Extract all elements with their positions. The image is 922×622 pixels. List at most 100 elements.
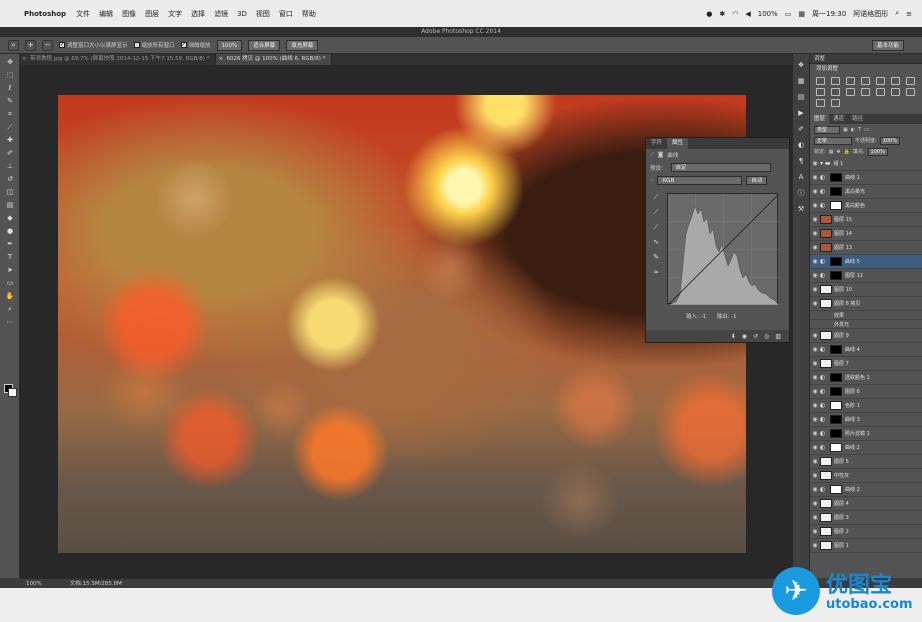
layer-row[interactable]: ◉ ◐ 选取颜色 1 — [810, 371, 922, 385]
menu-3d[interactable]: 3D — [237, 10, 247, 18]
visibility-eye-icon[interactable]: ◉ — [810, 542, 820, 549]
layer-mask-thumbnail[interactable] — [830, 271, 842, 280]
path-select-icon[interactable]: ➤ — [4, 265, 16, 275]
fit-screen-button[interactable]: 适合屏幕 — [248, 39, 281, 51]
workspace-switcher[interactable]: 基本功能 — [871, 40, 904, 51]
document-canvas-photo[interactable] — [58, 95, 746, 553]
layer-thumbnail[interactable] — [820, 331, 832, 340]
pencil-icon[interactable]: ✎ — [650, 253, 662, 263]
visibility-eye-icon[interactable]: ◉ — [810, 216, 820, 223]
dodge-tool-icon[interactable]: ● — [4, 226, 16, 236]
quick-select-icon[interactable]: ✎ — [4, 96, 16, 106]
clip-to-layer-icon[interactable]: ⬇ — [731, 333, 736, 340]
visibility-eye-icon[interactable]: ◉ — [810, 188, 820, 195]
wifi-icon[interactable]: ◠ — [732, 10, 738, 18]
black-white-icon[interactable] — [816, 88, 825, 96]
menu-filter[interactable]: 滤镜 — [214, 9, 228, 19]
visibility-eye-icon[interactable]: ◉ — [810, 500, 820, 507]
volume-icon[interactable]: ◀ — [745, 10, 750, 18]
curve-edit-icon[interactable]: ∿ — [650, 238, 662, 248]
exposure-icon[interactable] — [861, 77, 870, 85]
invert-icon[interactable] — [876, 88, 885, 96]
info-icon[interactable]: ⓘ — [796, 188, 806, 198]
posterize-icon[interactable] — [891, 88, 900, 96]
layer-row[interactable]: ◉ ◐ 曲线 1 — [810, 171, 922, 185]
more-tools-icon[interactable]: ⋯ — [4, 317, 16, 327]
layer-mask-thumbnail[interactable] — [830, 387, 842, 396]
black-point-eyedropper-icon[interactable]: ⟋ — [650, 193, 662, 203]
opacity-input[interactable]: 100% — [879, 136, 900, 145]
layer-row[interactable]: ◉ 图层 9 — [810, 329, 922, 343]
visibility-eye-icon[interactable]: ◉ — [810, 402, 820, 409]
fill-screen-button[interactable]: 填充屏幕 — [286, 39, 319, 51]
layer-row[interactable]: ◉ 中性灰 — [810, 469, 922, 483]
layer-row[interactable]: ◉ ◐ 色阶 1 — [810, 399, 922, 413]
gradient-tool-icon[interactable]: ▤ — [4, 200, 16, 210]
tab-character[interactable]: 字符 — [646, 138, 667, 149]
layer-row[interactable]: ◉ 图层 4 — [810, 497, 922, 511]
visibility-eye-icon[interactable]: ◉ — [810, 388, 820, 395]
pen-tool-icon[interactable]: ✒ — [4, 239, 16, 249]
menu-type[interactable]: 文字 — [168, 9, 182, 19]
zoom-readout[interactable]: 100% — [26, 579, 42, 588]
user-name[interactable]: 阿诺格图形 — [853, 9, 888, 19]
layer-row[interactable]: ◉ 图层 2 — [810, 525, 922, 539]
hand-adjust-icon[interactable]: ☝ — [650, 178, 653, 184]
tab-channels[interactable]: 通道 — [829, 114, 848, 124]
lock-all-icon[interactable]: 🔒 — [844, 149, 850, 155]
menu-edit[interactable]: 编辑 — [99, 9, 113, 19]
visibility-eye-icon[interactable]: ◉ — [810, 360, 820, 367]
marquee-tool-icon[interactable]: ⬚ — [4, 70, 16, 80]
character-icon[interactable]: A — [796, 172, 806, 182]
curves-icon[interactable] — [846, 77, 855, 85]
layer-mask-thumbnail[interactable] — [830, 201, 842, 210]
layer-thumbnail[interactable] — [820, 527, 832, 536]
vibrance-icon[interactable] — [876, 77, 885, 85]
layer-row[interactable]: ◉ 图层 7 — [810, 357, 922, 371]
swatches-icon[interactable]: ▤ — [796, 92, 806, 102]
layer-mask-thumbnail[interactable] — [830, 173, 842, 182]
layer-mask-thumbnail[interactable] — [830, 187, 842, 196]
visibility-eye-icon[interactable]: ◉ — [810, 346, 820, 353]
layer-row[interactable]: ◉ 图层 15 — [810, 213, 922, 227]
visibility-eye-icon[interactable]: ◉ — [810, 244, 820, 251]
layer-thumbnail[interactable] — [820, 243, 832, 252]
layer-thumbnail[interactable] — [820, 285, 832, 294]
tab-properties[interactable]: 属性 — [667, 138, 689, 149]
clone-stamp-icon[interactable]: ⊥ — [4, 161, 16, 171]
bluetooth-icon[interactable]: ✱ — [719, 10, 725, 18]
zoom-out-icon[interactable]: − — [42, 39, 53, 51]
layer-row[interactable]: ◉ ◐ 黑白颜色 — [810, 199, 922, 213]
battery-percent[interactable]: 100% — [758, 10, 778, 18]
curves-graph[interactable] — [667, 193, 780, 306]
scrubby-zoom-checkbox[interactable]: ✓ 细微缩放 — [180, 41, 211, 49]
menu-help[interactable]: 帮助 — [302, 9, 316, 19]
threshold-icon[interactable] — [906, 88, 915, 96]
layer-thumbnail[interactable] — [820, 359, 832, 368]
layer-row[interactable]: ◉ ◐ 黑白柔光 — [810, 185, 922, 199]
layer-row[interactable]: ◉ ▾ ▬ 组 1 — [810, 157, 922, 171]
smooth-icon[interactable]: ≈ — [650, 268, 662, 278]
selective-color-icon[interactable] — [831, 99, 840, 107]
layer-row[interactable]: ◉ 图层 14 — [810, 227, 922, 241]
adjustments-icon[interactable]: ◐ — [796, 140, 806, 150]
battery-icon[interactable]: ▭ — [785, 10, 792, 18]
layer-row[interactable]: ◉ 图层 3 — [810, 511, 922, 525]
visibility-icon[interactable]: ◎ — [764, 333, 769, 340]
zoom-in-icon[interactable]: + — [25, 39, 36, 51]
auto-button[interactable]: 自动 — [746, 176, 768, 185]
close-icon[interactable]: × — [22, 54, 27, 65]
layer-row[interactable]: ◉ ◐ 曲线 4 — [810, 343, 922, 357]
visibility-eye-icon[interactable]: ◉ — [810, 230, 820, 237]
layer-thumbnail[interactable] — [820, 229, 832, 238]
tool-presets-icon[interactable]: ⚒ — [796, 204, 806, 214]
layer-row[interactable]: ◉ ◐ 曲线 2 — [810, 441, 922, 455]
layer-row[interactable]: ◉ ◐ 曲线 5 — [810, 255, 922, 269]
crop-tool-icon[interactable]: ⌗ — [4, 109, 16, 119]
layer-row[interactable]: ◉ ◐ 曲线 2 — [810, 483, 922, 497]
visibility-eye-icon[interactable]: ◉ — [810, 514, 820, 521]
history-brush-icon[interactable]: ↺ — [4, 174, 16, 184]
layer-row[interactable]: ◉ 图层 1 — [810, 539, 922, 553]
zoom-tool-icon[interactable]: ⌕ — [4, 304, 16, 314]
menu-layer[interactable]: 图层 — [145, 9, 159, 19]
